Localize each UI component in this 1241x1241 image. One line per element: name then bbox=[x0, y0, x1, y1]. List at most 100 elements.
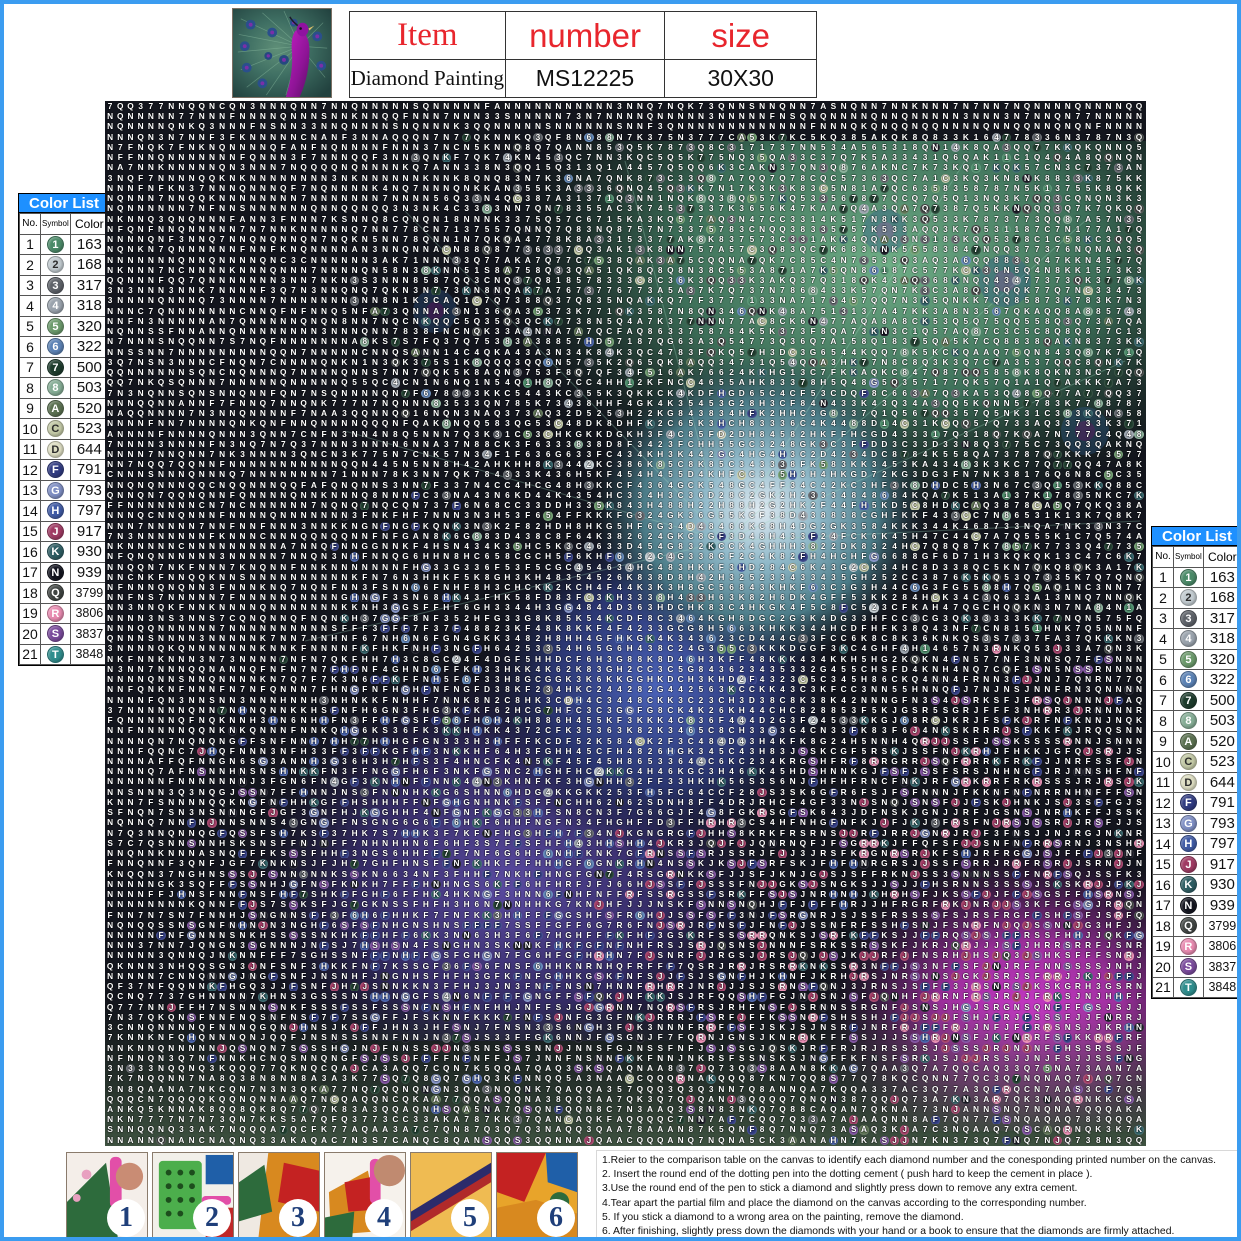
symbol-cell: 3 bbox=[1116, 193, 1121, 204]
symbol-cell: D bbox=[545, 500, 552, 511]
symbol-cell: 6 bbox=[994, 264, 999, 275]
symbol-cell: 4 bbox=[820, 285, 826, 296]
symbol-cell: N bbox=[158, 541, 165, 552]
symbol-cell: Q bbox=[320, 356, 328, 367]
symbol-cell: Q bbox=[1013, 530, 1021, 541]
symbol-cell: 7 bbox=[869, 193, 879, 204]
symbol-cell: H bbox=[769, 367, 776, 378]
symbol-cell: 5 bbox=[1004, 367, 1009, 378]
symbol-cell: 1 bbox=[606, 264, 612, 275]
symbol-cell: Q bbox=[106, 377, 114, 388]
symbol-cell: 8 bbox=[790, 285, 795, 296]
symbol-cell: N bbox=[351, 428, 358, 439]
bead-symbol-D: D bbox=[1179, 773, 1197, 791]
symbol-cell: 5 bbox=[393, 459, 398, 470]
symbol-cell: F bbox=[290, 182, 296, 193]
symbol-cell: N bbox=[270, 520, 277, 531]
symbol-cell: Q bbox=[840, 377, 847, 388]
symbol-cell: A bbox=[657, 285, 664, 296]
symbol-cell: N bbox=[127, 520, 134, 531]
symbol-cell: 7 bbox=[983, 162, 989, 173]
symbol-cell: 6 bbox=[535, 244, 541, 255]
symbol-cell: 4 bbox=[831, 500, 836, 511]
symbol-cell: C bbox=[748, 438, 755, 449]
symbol-cell: N bbox=[229, 121, 236, 132]
symbol-cell: 7 bbox=[983, 326, 989, 337]
symbol-cell: N bbox=[463, 141, 470, 152]
symbol-cell: K bbox=[606, 356, 613, 367]
symbol-cell: G bbox=[799, 438, 807, 449]
symbol-cell: 7 bbox=[494, 254, 500, 265]
symbol-cell: 3 bbox=[920, 285, 930, 296]
symbol-cell: N bbox=[158, 530, 165, 541]
symbol-cell: N bbox=[300, 295, 307, 306]
peacock-image bbox=[233, 9, 331, 97]
symbol-cell: N bbox=[168, 152, 175, 163]
symbol-cell: Q bbox=[1023, 346, 1031, 357]
symbol-cell: 4 bbox=[624, 367, 635, 378]
symbol-row: NFQNQNNNNNN3NNNNN7NNQN3NHFNNQG6HHN8HC658… bbox=[105, 551, 1146, 562]
symbol-cell: N bbox=[433, 510, 440, 521]
symbol-cell: 1 bbox=[505, 448, 510, 459]
product-thumbnail bbox=[232, 8, 332, 98]
symbol-cell: C bbox=[392, 500, 399, 511]
symbol-cell: N bbox=[107, 510, 114, 521]
symbol-row: NKNNN7NCNNNNKNNNQNNN7NNNNQN58N38KNN51S8A… bbox=[105, 265, 1146, 275]
symbol-cell: N bbox=[840, 101, 847, 111]
symbol-cell: K bbox=[993, 203, 1000, 214]
symbol-cell: K bbox=[697, 182, 704, 193]
symbol-cell: 3 bbox=[882, 254, 887, 265]
bead-symbol-1: 1 bbox=[46, 235, 64, 253]
symbol-cell: N bbox=[127, 500, 134, 511]
symbol-cell: 6 bbox=[749, 203, 755, 214]
symbol-cell: 4 bbox=[423, 541, 429, 552]
symbol-cell: D bbox=[840, 541, 847, 552]
symbol-cell: N bbox=[239, 274, 246, 285]
symbol-row: QQNNNFQQ7QNNNNNNN3NN7NKN3S3NNN8587QQ3CNQ… bbox=[105, 274, 1146, 286]
symbol-cell: N bbox=[259, 479, 266, 490]
symbol-cell: 3 bbox=[1075, 408, 1081, 419]
symbol-cell: 2 bbox=[627, 530, 632, 541]
symbol-cell: Q bbox=[779, 336, 786, 347]
symbol-cell: K bbox=[1063, 336, 1073, 347]
symbol-cell: 7 bbox=[566, 326, 571, 337]
symbol-cell: 7 bbox=[657, 101, 663, 111]
symbol-cell: Q bbox=[432, 336, 440, 347]
symbol-cell: K bbox=[585, 346, 592, 357]
symbol-cell: 5 bbox=[668, 203, 673, 214]
symbol-cell: K bbox=[371, 182, 378, 193]
symbol-cell: 5 bbox=[525, 264, 531, 275]
symbol-cell: 7 bbox=[443, 223, 449, 234]
symbol-cell: C bbox=[962, 500, 969, 511]
symbol-cell: 3 bbox=[790, 530, 795, 541]
symbol-cell: Q bbox=[1064, 438, 1071, 449]
symbol-cell: 7 bbox=[698, 101, 704, 111]
symbol-cell: 7 bbox=[973, 469, 979, 480]
symbol-cell: H bbox=[748, 377, 755, 388]
symbol-cell: K bbox=[738, 541, 745, 552]
symbol-cell: K bbox=[1083, 172, 1093, 183]
symbol-cell: 6 bbox=[698, 510, 704, 521]
symbol-cell: H bbox=[433, 551, 440, 562]
symbol-cell: Q bbox=[381, 111, 389, 122]
symbol-cell: N bbox=[402, 141, 409, 152]
symbol-cell: K bbox=[1064, 254, 1071, 265]
symbol-cell: F bbox=[239, 152, 246, 163]
symbol-cell: 3 bbox=[515, 295, 520, 306]
symbol-cell: C bbox=[412, 448, 419, 459]
symbol-cell: N bbox=[331, 326, 338, 337]
symbol-cell: 7 bbox=[912, 172, 918, 183]
symbol-cell: N bbox=[514, 121, 521, 132]
symbol-cell: 3 bbox=[790, 377, 795, 388]
symbol-cell: N bbox=[504, 182, 511, 193]
symbol-cell: Q bbox=[310, 530, 318, 541]
symbol-cell: K bbox=[523, 285, 533, 296]
symbol-cell: Q bbox=[687, 162, 695, 173]
symbol-cell: 7 bbox=[1004, 346, 1009, 357]
symbol-cell: 4 bbox=[932, 510, 938, 521]
symbol-cell: 3 bbox=[729, 234, 734, 245]
bead-symbol-A: A bbox=[1179, 732, 1197, 750]
symbol-cell: K bbox=[708, 285, 715, 296]
symbol-cell: N bbox=[789, 101, 796, 111]
symbol-cell: N bbox=[229, 377, 236, 388]
